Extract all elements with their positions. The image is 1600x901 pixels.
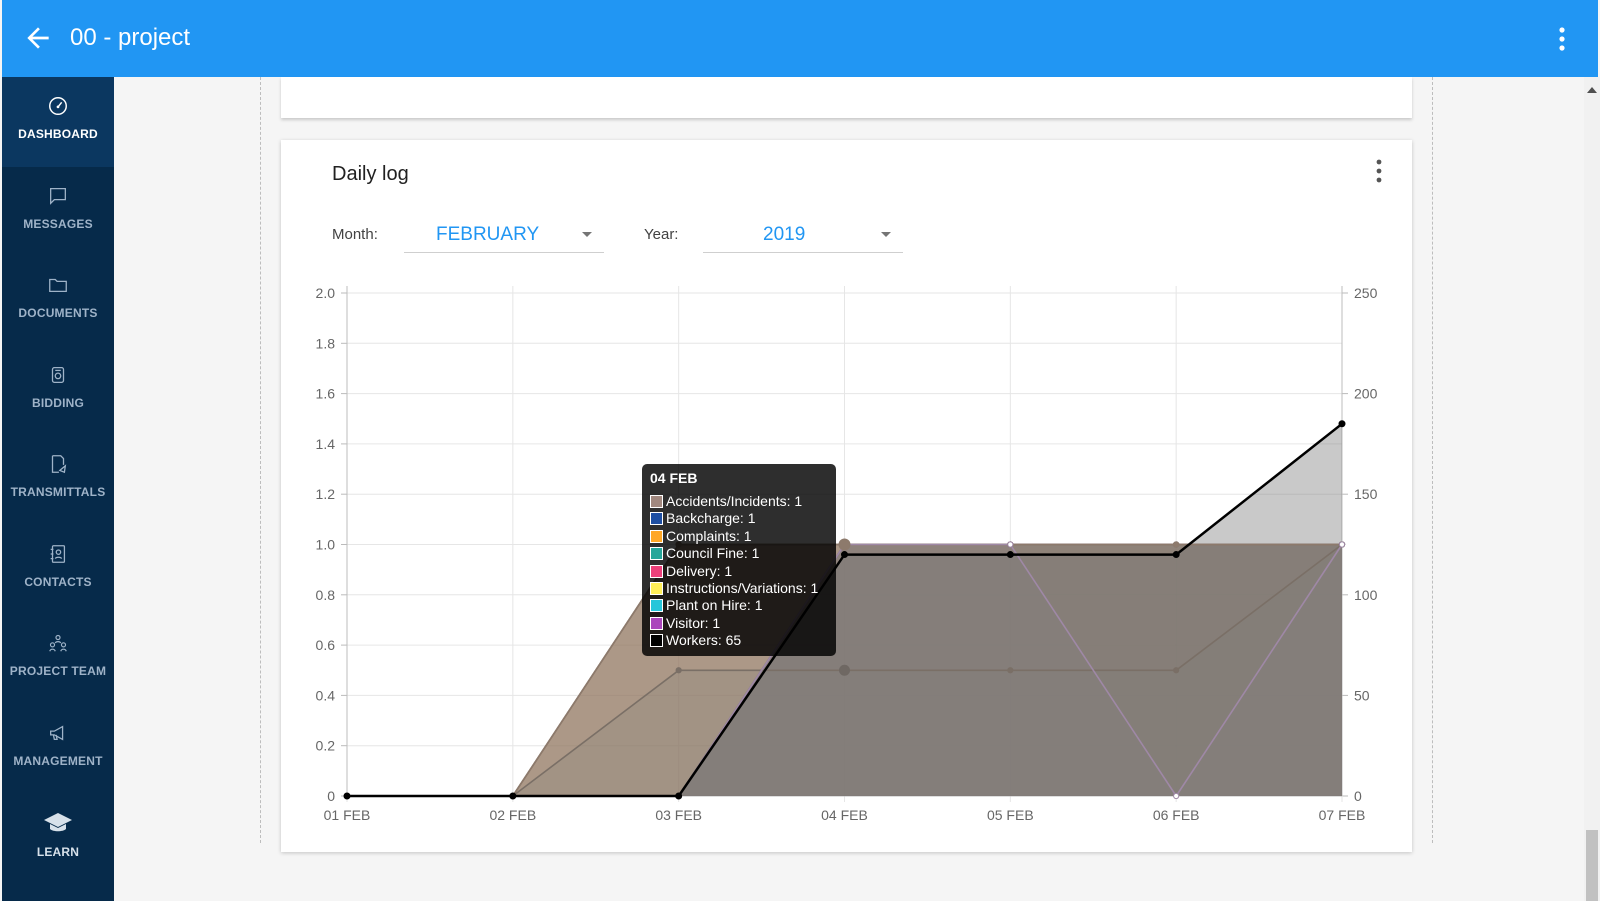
transmittal-icon (51, 455, 67, 474)
sidebar-item-management[interactable]: MANAGEMENT (2, 704, 114, 794)
folder-icon (49, 278, 67, 293)
app-bar: 00 - project (2, 0, 1598, 77)
sidebar-item-contacts[interactable]: CONTACTS (2, 525, 114, 615)
megaphone-icon (50, 725, 64, 741)
message-icon (50, 188, 66, 205)
sidebar-item-bidding[interactable]: BIDDING (2, 346, 114, 436)
content-guide-right (1432, 77, 1433, 843)
tooltip-swatch (650, 616, 663, 630)
tooltip-swatch (650, 495, 663, 508)
daily-log-card: Daily log Month: FEBRUARY Year: 2019 (281, 140, 1412, 852)
scrollbar-thumb[interactable] (1586, 830, 1598, 901)
tooltip-swatch (650, 529, 663, 543)
tooltip-row: Complaints: 1 (650, 528, 752, 545)
sidebar: DASHBOARD MESSAGES DOCUMENTS BIDDING TRA… (2, 77, 114, 901)
tooltip-swatch (650, 512, 663, 526)
sidebar-item-messages[interactable]: MESSAGES (2, 167, 114, 257)
tooltip-swatch (650, 634, 663, 648)
content-guide-left (260, 77, 261, 843)
tooltip-row-text: Council Fine: 1 (666, 545, 760, 562)
team-icon (49, 634, 67, 652)
tooltip-row: Workers: 65 (650, 632, 741, 649)
tooltip-title: 04 FEB (650, 470, 698, 486)
tooltip-row: Delivery: 1 (650, 563, 732, 580)
sidebar-item-dashboard[interactable]: DASHBOARD (2, 77, 114, 167)
card-title: Daily log (332, 163, 409, 185)
tooltip-swatch (650, 582, 663, 595)
sidebar-item-label: MESSAGES (23, 217, 93, 231)
page-title: 00 - project (70, 24, 191, 51)
tooltip-row-text: Visitor: 1 (666, 614, 721, 631)
sidebar-item-label: DOCUMENTS (18, 306, 98, 320)
bidding-icon (51, 367, 65, 383)
tooltip-row-text: Complaints: 1 (666, 527, 752, 544)
tooltip-row: Accidents/Incidents: 1 (650, 493, 802, 510)
sidebar-item-project-team[interactable]: PROJECT TEAM (2, 614, 114, 704)
sidebar-item-transmittals[interactable]: TRANSMITTALS (2, 435, 114, 525)
sidebar-item-label: MANAGEMENT (13, 754, 103, 768)
tooltip-row: Backcharge: 1 (650, 510, 756, 527)
year-label: Year: (644, 226, 679, 243)
sidebar-item-label: LEARN (36, 845, 80, 859)
month-label: Month: (332, 226, 378, 243)
sidebar-item-label: DASHBOARD (18, 127, 98, 141)
tooltip-row-text: Workers: 65 (666, 632, 742, 649)
scrollbar[interactable] (1584, 77, 1600, 901)
tooltip-swatch (650, 547, 663, 561)
year-select[interactable]: 2019 (703, 218, 903, 253)
month-value: FEBRUARY (436, 224, 540, 245)
sidebar-item-label: CONTACTS (24, 575, 92, 589)
tooltip-row: Council Fine: 1 (650, 545, 759, 562)
year-value: 2019 (763, 224, 806, 245)
year-dropdown-caret-icon (881, 232, 891, 237)
tooltip-row-text: Accidents/Incidents: 1 (666, 493, 803, 509)
graduation-cap-icon (44, 813, 72, 832)
more-vert-icon[interactable] (1552, 24, 1572, 54)
card-more-vert-icon[interactable] (1373, 158, 1385, 184)
summary-card (281, 77, 1412, 118)
back-arrow-icon[interactable] (22, 22, 54, 54)
month-dropdown-caret-icon (582, 232, 592, 237)
tooltip-row: Visitor: 1 (650, 615, 720, 632)
tooltip-swatch (650, 599, 663, 613)
dashboard-icon (49, 97, 67, 115)
tooltip-row-text: Delivery: 1 (666, 562, 733, 579)
tooltip-row: Plant on Hire: 1 (650, 597, 763, 614)
sidebar-item-label: TRANSMITTALS (10, 485, 106, 499)
chart-tooltip: 04 FEB Accidents/Incidents: 1 Backcharge:… (642, 464, 836, 656)
tooltip-row-text: Instructions/Variations: 1 (666, 580, 819, 596)
sidebar-item-label: BIDDING (31, 396, 85, 410)
sidebar-item-learn[interactable]: LEARN (2, 793, 114, 883)
contacts-icon (50, 545, 66, 563)
tooltip-row-text: Plant on Hire: 1 (666, 597, 763, 614)
sidebar-item-label: PROJECT TEAM (9, 664, 107, 678)
tooltip-swatch (650, 564, 663, 578)
sidebar-item-documents[interactable]: DOCUMENTS (2, 256, 114, 346)
tooltip-row: Instructions/Variations: 1 (650, 580, 818, 597)
month-select[interactable]: FEBRUARY (404, 218, 604, 253)
scroll-up-arrow-icon[interactable] (1587, 87, 1597, 93)
tooltip-row-text: Backcharge: 1 (666, 510, 756, 527)
